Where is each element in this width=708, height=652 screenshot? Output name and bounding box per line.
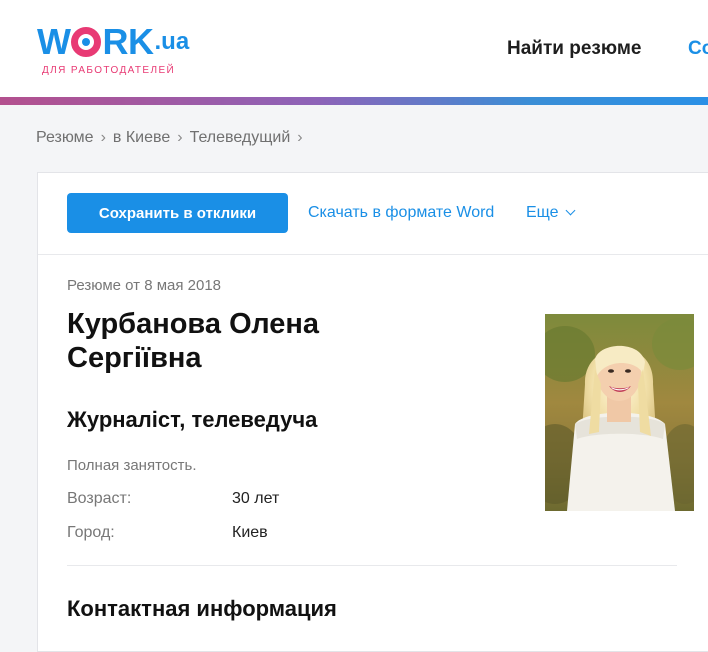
- age-label: Возраст:: [67, 490, 132, 507]
- nav-find-resume[interactable]: Найти резюме: [507, 38, 641, 60]
- logo-wordmark: W RK.ua: [37, 24, 189, 60]
- logo-target-icon: [71, 27, 102, 57]
- resume-toolbar: Сохранить в отклики Скачать в формате Wo…: [38, 173, 708, 255]
- chevron-down-icon: [565, 205, 576, 216]
- candidate-photo-image: [545, 314, 694, 511]
- section-divider: [67, 565, 677, 566]
- logo-letters-rk: RK: [102, 21, 154, 62]
- age-value: 30 лет: [232, 490, 280, 507]
- resume-date: Резюме от 8 мая 2018: [67, 277, 222, 294]
- city-value: Киев: [232, 524, 268, 541]
- work-ua-logo[interactable]: W RK.ua ДЛЯ РАБОТОДАТЕЛЕЙ: [37, 24, 189, 77]
- chevron-right-icon: ›: [100, 129, 106, 146]
- logo-suffix: .ua: [154, 28, 190, 55]
- candidate-name: Курбанова Олена Сергіївна: [67, 307, 427, 375]
- breadcrumb-item-kyiv[interactable]: в Киеве: [113, 129, 170, 146]
- nav-next-item[interactable]: Со: [688, 38, 708, 60]
- logo-subtitle: ДЛЯ РАБОТОДАТЕЛЕЙ: [42, 65, 176, 76]
- resume-card: Сохранить в отклики Скачать в формате Wo…: [37, 172, 708, 652]
- download-word-link[interactable]: Скачать в формате Word: [308, 204, 494, 222]
- site-header: W RK.ua ДЛЯ РАБОТОДАТЕЛЕЙ Найти резюме Со: [0, 0, 708, 97]
- desired-position: Журналіст, телеведуча: [67, 407, 318, 432]
- chevron-right-icon: ›: [177, 129, 183, 146]
- breadcrumb-item-tv-presenter[interactable]: Телеведущий: [190, 129, 291, 146]
- header-gradient-bar: [0, 97, 708, 105]
- breadcrumb: Резюме › в Киеве › Телеведущий ›: [36, 129, 310, 147]
- breadcrumb-item-resume[interactable]: Резюме: [36, 129, 94, 146]
- more-dropdown[interactable]: Еще: [526, 204, 576, 222]
- employment-type: Полная занятость.: [67, 457, 197, 474]
- chevron-right-icon: ›: [297, 129, 303, 146]
- candidate-name-line1: Курбанова Олена: [67, 308, 320, 340]
- candidate-name-line2: Сергіївна: [67, 342, 202, 374]
- more-label: Еще: [526, 204, 559, 221]
- save-to-responses-button[interactable]: Сохранить в отклики: [67, 193, 288, 233]
- city-label: Город:: [67, 524, 115, 541]
- contacts-section-title: Контактная информация: [67, 596, 337, 621]
- candidate-photo[interactable]: [545, 314, 694, 511]
- logo-letter-w: W: [37, 21, 71, 62]
